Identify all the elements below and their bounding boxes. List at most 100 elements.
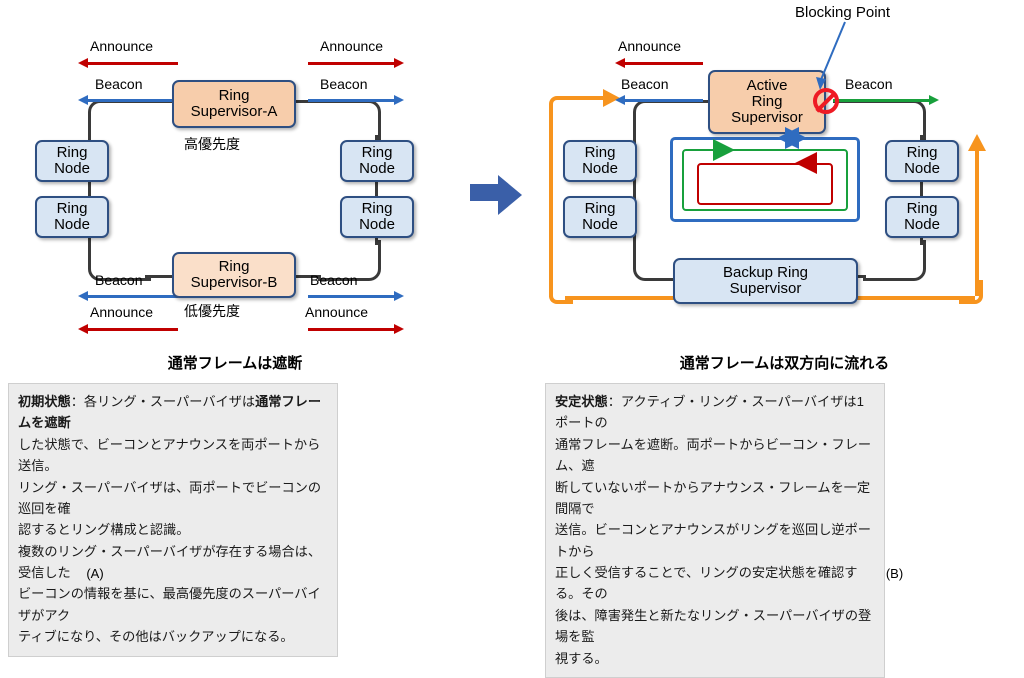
announce-label-top-right: Announce xyxy=(320,38,384,54)
orange-path-left-vertical xyxy=(549,112,553,297)
beacon-label-top-right: Beacon xyxy=(320,76,368,92)
desc-line-6: 後は、障害発生と新たなリング・スーパーバイザの登場を監 xyxy=(555,607,872,645)
ring-node-label-line1: Ring xyxy=(584,143,616,161)
beacon-label-left: Beacon xyxy=(621,76,669,92)
transition-arrow-icon xyxy=(470,172,530,215)
active-supervisor-line3: Supervisor xyxy=(731,109,803,127)
ring-node-label-line1: Ring xyxy=(906,143,938,161)
ring-node-label-line1: Ring xyxy=(361,143,393,161)
beacon-arrow-top-left-head xyxy=(78,95,88,105)
ring-node-label-line2: Node xyxy=(359,216,395,233)
ring-supervisor-a-line1: Ring xyxy=(218,86,250,104)
ring-node-bottom-right[interactable]: Ring Node xyxy=(885,196,959,238)
transition-arrow-head xyxy=(498,175,522,215)
ring-wire-bottom-left-stub xyxy=(145,275,175,278)
panel-a: Ring Supervisor-A 高優先度 Ring Supervisor-B… xyxy=(0,0,470,657)
announce-arrow-top-right-line xyxy=(308,62,396,65)
ring-wire-corner-bottom-right xyxy=(863,240,926,281)
panel-a-description: 初期状態：各リング・スーパーバイザは通常フレームを遮断 した状態で、ビーコンとア… xyxy=(8,383,338,657)
announce-arrow-bottom-left-line xyxy=(88,328,178,331)
ring-node-label-line1: Ring xyxy=(56,143,88,161)
ring-supervisor-b-box[interactable]: Ring Supervisor-B xyxy=(172,252,296,298)
blocking-point-icon xyxy=(813,88,839,114)
active-supervisor-line2: Ring xyxy=(751,92,783,110)
panel-a-heading: 通常フレームは遮断 xyxy=(167,355,303,372)
ring-node-top-left[interactable]: Ring Node xyxy=(563,140,637,182)
desc-line-7: 視する。 xyxy=(555,650,608,666)
beacon-arrow-top-left-line xyxy=(88,99,178,102)
announce-arrow-top-left-head xyxy=(78,58,88,68)
loop-red-arrowhead xyxy=(795,152,817,174)
blocking-point-label: Blocking Point xyxy=(795,4,891,21)
desc-bold-state: 安定状態 xyxy=(555,394,608,409)
ring-node-label-line2: Node xyxy=(359,160,395,177)
announce-arrow-left-head xyxy=(615,58,625,68)
beacon-arrow-left-head xyxy=(615,95,625,105)
announce-arrow-top-right-head xyxy=(394,58,404,68)
ring-supervisor-b-line2: Supervisor-B xyxy=(190,274,278,291)
beacon-label-bottom-right: Beacon xyxy=(310,272,358,288)
announce-label-bottom-left: Announce xyxy=(90,304,154,320)
beacon-arrow-right-head xyxy=(929,95,939,105)
ring-node-label-line2: Node xyxy=(904,160,940,177)
beacon-arrow-left-line xyxy=(625,99,703,102)
beacon-arrow-bottom-left-line xyxy=(88,295,178,298)
panel-b-heading: 通常フレームは双方向に流れる xyxy=(679,355,890,372)
orange-path-corner-bottom-right xyxy=(959,280,983,304)
desc-line-3: 断していないポートからアナウンス・フレームを一定間隔で xyxy=(555,479,871,516)
beacon-arrow-top-right-line xyxy=(308,99,396,102)
panel-b: Active Ring Supervisor Blocking Point Ba… xyxy=(545,0,1024,678)
beacon-label-top-left: Beacon xyxy=(95,76,143,92)
priority-label-low: 低優先度 xyxy=(184,303,240,319)
backup-ring-supervisor-box[interactable]: Backup Ring Supervisor xyxy=(673,258,858,304)
announce-label-top-left: Announce xyxy=(618,38,682,54)
ring-node-bottom-right[interactable]: Ring Node xyxy=(340,196,414,238)
beacon-arrow-bottom-left-head xyxy=(78,291,88,301)
announce-arrow-bottom-right-line xyxy=(308,328,396,331)
desc-line-4: 認するとリング構成と認識。 xyxy=(18,522,190,538)
backup-supervisor-line2: Supervisor xyxy=(729,280,802,297)
ring-supervisor-b-line1: Ring xyxy=(218,257,250,275)
orange-path-right-vertical xyxy=(975,150,979,296)
ring-node-top-right[interactable]: Ring Node xyxy=(885,140,959,182)
panel-b-diagram: Active Ring Supervisor Blocking Point Ba… xyxy=(545,0,1024,350)
desc-line-1-rest: ：各リング・スーパーバイザは xyxy=(70,394,256,409)
announce-arrow-top-left-line xyxy=(88,62,178,65)
ring-node-label-line1: Ring xyxy=(361,199,393,217)
backup-supervisor-line1: Backup Ring xyxy=(722,263,809,281)
ring-wire-corner-top-left xyxy=(633,100,696,141)
ring-supervisor-a-box[interactable]: Ring Supervisor-A xyxy=(172,80,296,128)
ring-node-top-left[interactable]: Ring Node xyxy=(35,140,109,182)
ring-node-label-line2: Node xyxy=(54,216,90,233)
desc-line-2: 通常フレームを遮断。両ポートからビーコン・フレーム、遮 xyxy=(555,436,872,474)
ring-node-bottom-left[interactable]: Ring Node xyxy=(35,196,109,238)
desc-line-3: リング・スーパーバイザは、両ポートでビーコンの巡回を確 xyxy=(18,479,322,516)
ring-node-bottom-left[interactable]: Ring Node xyxy=(563,196,637,238)
beacon-arrow-bottom-right-line xyxy=(308,295,396,298)
panel-a-diagram: Ring Supervisor-A 高優先度 Ring Supervisor-B… xyxy=(0,0,470,350)
ring-wire-corner-top-right xyxy=(863,100,926,141)
ring-node-label-line2: Node xyxy=(904,216,940,233)
desc-line-4: 送信。ビーコンとアナウンスがリングを巡回し逆ポートから xyxy=(555,522,871,559)
announce-arrow-left-line xyxy=(625,62,703,65)
orange-path-arrow-up-head xyxy=(968,134,986,151)
panel-b-caption: (B) xyxy=(885,566,904,581)
beacon-arrow-bottom-right-head xyxy=(394,291,404,301)
desc-line-1: 初期状態：各リング・スーパーバイザは通常フレームを遮断 xyxy=(18,391,328,434)
desc-line-2: した状態で、ビーコンとアナウンスを両ポートから送信。 xyxy=(18,436,321,474)
ring-node-label-line1: Ring xyxy=(56,199,88,217)
announce-arrow-bottom-left-head xyxy=(78,324,88,334)
ring-node-label-line2: Node xyxy=(582,160,618,177)
beacon-arrow-right-line xyxy=(833,99,931,102)
desc-bold-state: 初期状態 xyxy=(18,394,71,409)
ring-wire-corner-top-right xyxy=(318,100,381,141)
ring-node-label-line2: Node xyxy=(54,160,90,177)
panel-b-description: 安定状態：アクティブ・リング・スーパーバイザは1ポートの 通常フレームを遮断。両… xyxy=(545,383,885,678)
ring-wire-corner-top-left xyxy=(88,100,151,141)
loop-green-arrowhead xyxy=(713,139,735,161)
ring-node-label-line2: Node xyxy=(582,216,618,233)
desc-line-7: ティブになり、その他はバックアップになる。 xyxy=(18,629,294,645)
ring-node-top-right[interactable]: Ring Node xyxy=(340,140,414,182)
priority-label-high: 高優先度 xyxy=(184,136,240,152)
announce-label-top-left: Announce xyxy=(90,38,154,54)
